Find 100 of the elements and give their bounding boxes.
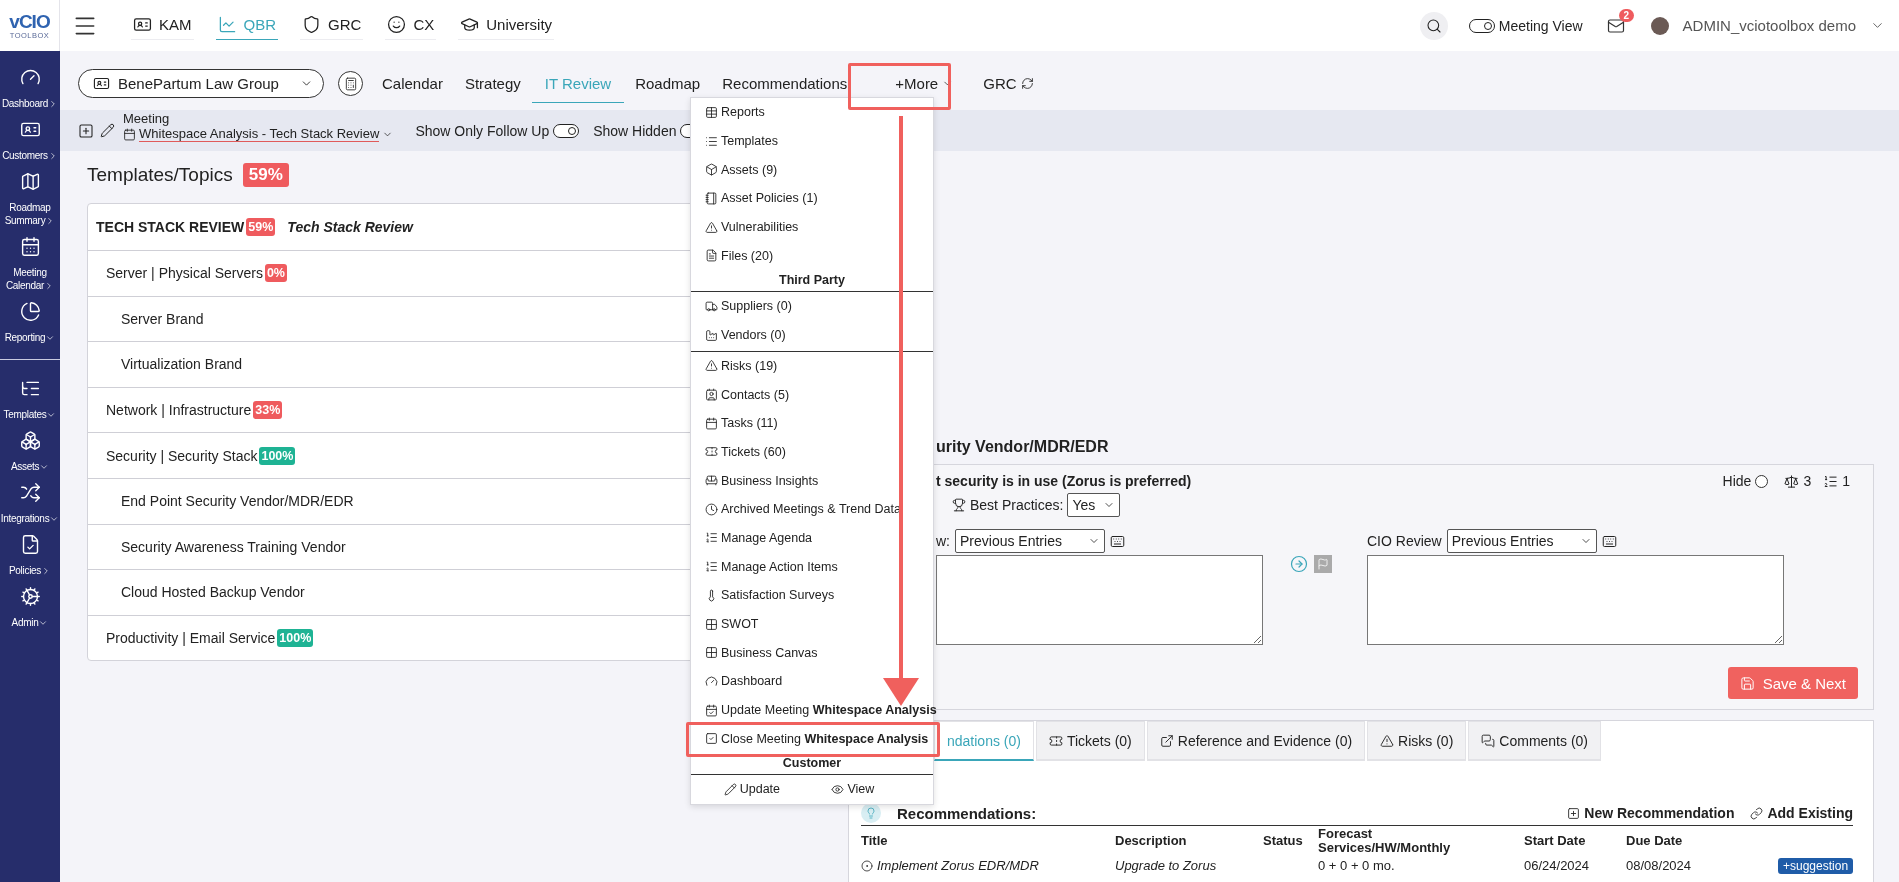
add-square-icon xyxy=(1567,806,1581,820)
section-title: Recommendations: xyxy=(897,804,1038,822)
grid-icon xyxy=(705,617,718,631)
sidebar-item[interactable]: Integrations xyxy=(0,482,60,525)
action-link[interactable]: Add Existing xyxy=(1750,805,1853,821)
nav-tab[interactable]: GRC xyxy=(300,11,364,40)
column-header: Start Date xyxy=(1524,833,1587,849)
dropdown-select[interactable]: Previous Entries xyxy=(955,529,1105,553)
topic-title: Server | Physical Servers xyxy=(106,265,263,282)
column-header: Description xyxy=(1115,833,1188,849)
pie-chart-icon xyxy=(19,301,41,322)
review-textarea[interactable] xyxy=(1367,555,1784,645)
topic-title: Network | Infrastructure xyxy=(106,402,252,419)
field-label: CIO Review xyxy=(1367,533,1442,549)
sidebar-item[interactable]: Roadmap Summary xyxy=(0,171,60,227)
add-square-icon[interactable] xyxy=(78,122,94,139)
truck-icon xyxy=(705,299,718,313)
order-value: 1 xyxy=(1842,473,1850,489)
toggle-label: Show Hidden xyxy=(593,122,677,139)
tab[interactable]: Calendar xyxy=(371,64,454,103)
nav-tab[interactable]: University xyxy=(458,11,555,40)
sidebar-item[interactable]: Meeting Calendar xyxy=(0,236,60,292)
line-chart-icon xyxy=(217,15,237,34)
tab[interactable]: Risks (0) xyxy=(1367,721,1467,761)
contact-card-icon xyxy=(705,388,718,402)
menu-item[interactable]: Update xyxy=(709,775,780,804)
keyboard-icon[interactable] xyxy=(1601,533,1617,549)
field-label: Best Practices: xyxy=(970,497,1064,513)
tab[interactable]: Comments (0) xyxy=(1468,721,1601,761)
table-cell-text: 0 + 0 + 0 mo. xyxy=(1318,857,1396,875)
dropdown-select[interactable]: Previous Entries xyxy=(1446,529,1597,553)
column-header: Title xyxy=(861,833,889,849)
checkbox-icon xyxy=(705,732,718,746)
sidebar-item[interactable]: Policies xyxy=(0,534,60,577)
menu-item[interactable]: Dashboard xyxy=(691,667,933,696)
avatar[interactable] xyxy=(1650,16,1669,35)
sidebar-item[interactable]: Reporting xyxy=(0,301,60,344)
review-textarea[interactable] xyxy=(936,555,1263,645)
hide-radio[interactable] xyxy=(1755,474,1769,488)
ticket-icon xyxy=(1048,733,1063,748)
user-menu[interactable]: ADMIN_vciotoolbox demo xyxy=(1676,16,1891,35)
sofa-icon xyxy=(705,474,718,488)
flag-icon xyxy=(1317,558,1329,570)
search-button[interactable] xyxy=(1419,11,1448,40)
id-card-icon xyxy=(133,15,152,34)
map-icon xyxy=(19,171,41,192)
warning-icon xyxy=(1380,733,1395,748)
menu-item[interactable]: Templates xyxy=(691,126,933,156)
eye-icon xyxy=(831,782,845,796)
notebook-icon xyxy=(705,191,718,205)
tab[interactable]: Tickets (0) xyxy=(1035,721,1145,761)
menu-item[interactable]: View xyxy=(817,775,875,804)
gauge-icon xyxy=(705,674,718,688)
mail-icon[interactable] xyxy=(1606,16,1625,35)
calendar-icon xyxy=(705,416,718,430)
arrow-right-circle-icon[interactable] xyxy=(1290,555,1308,573)
smiley-icon xyxy=(387,15,407,34)
sidebar-item[interactable]: Customers xyxy=(0,119,60,162)
table-icon xyxy=(705,105,718,119)
boxes-icon xyxy=(19,430,41,451)
id-card-icon xyxy=(93,75,110,92)
box-icon xyxy=(705,163,718,177)
sidebar-item[interactable]: Templates xyxy=(0,378,60,421)
toggle-switch[interactable] xyxy=(553,123,580,138)
circle-icon xyxy=(861,859,873,872)
list-icon xyxy=(705,134,718,148)
table-cell: Implement Zorus EDR/MDR xyxy=(861,856,1115,875)
sidebar-item[interactable]: Dashboard xyxy=(0,67,60,110)
calendar-icon xyxy=(123,127,136,141)
suggestion-button[interactable]: +suggestion xyxy=(1778,857,1854,874)
percent-badge: 59% xyxy=(242,163,289,187)
panel-title: Templates/Topics xyxy=(87,164,233,186)
external-link-icon xyxy=(1159,733,1174,748)
refresh-icon xyxy=(1020,76,1034,90)
grid-icon xyxy=(705,646,718,660)
table-cell-text: 08/08/2024 xyxy=(1626,857,1693,875)
sidebar-item[interactable]: Assets xyxy=(0,430,60,473)
nav-tab[interactable]: KAM xyxy=(131,11,194,40)
action-link[interactable]: New Recommendation xyxy=(1567,805,1735,821)
save-icon xyxy=(1739,675,1755,691)
calculator-button[interactable] xyxy=(338,71,363,96)
tab[interactable]: GRC xyxy=(972,64,1045,103)
search-icon xyxy=(1425,17,1442,34)
sidebar-item[interactable]: Admin xyxy=(0,586,60,629)
calendar-icon xyxy=(19,236,41,257)
meeting-view-toggle[interactable] xyxy=(1468,18,1495,33)
column-header: Due Date xyxy=(1626,833,1684,849)
dropdown-select[interactable]: Yes xyxy=(1067,493,1121,517)
tab[interactable]: Reference and Evidence (0) xyxy=(1146,721,1366,761)
nav-tab[interactable]: CX xyxy=(385,11,437,40)
pencil-icon[interactable] xyxy=(100,123,115,138)
customer-select[interactable]: BenePartum Law Group xyxy=(78,69,324,98)
gears-icon xyxy=(19,586,41,607)
meeting-select[interactable]: Whitespace Analysis - Tech Stack Review xyxy=(123,126,394,142)
menu-item[interactable]: Assets (9) xyxy=(691,155,933,185)
graduation-cap-icon xyxy=(460,15,480,34)
tab[interactable]: Strategy xyxy=(453,64,532,103)
keyboard-icon[interactable] xyxy=(1110,533,1125,549)
toggle-label: Show Only Follow Up xyxy=(415,122,550,139)
percent-badge: 33% xyxy=(253,401,283,420)
